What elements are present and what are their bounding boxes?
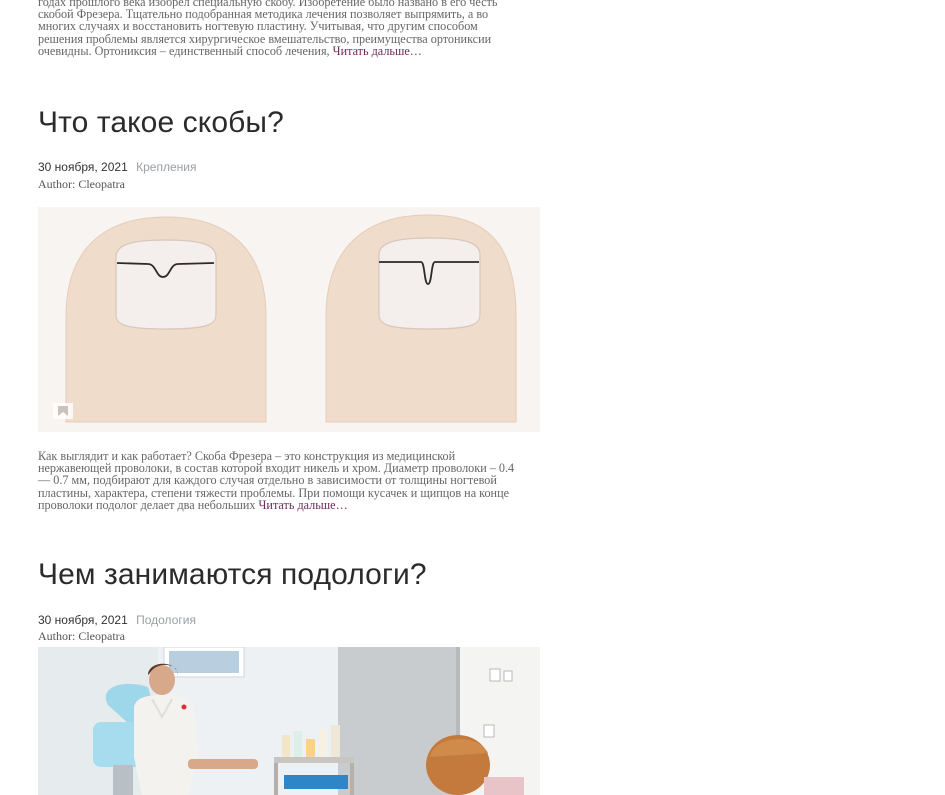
nail-brace-illustration <box>38 207 540 432</box>
post-meta: 30 ноября, 2021 Крепления <box>38 160 540 174</box>
post-title[interactable]: Что такое скобы? <box>38 106 540 140</box>
post-category-link[interactable]: Крепления <box>136 160 196 174</box>
post-author: Author: Cleopatra <box>38 177 125 191</box>
podologist-photo <box>38 647 540 795</box>
post-excerpt-top: годах прошлого века изобрел специальную … <box>38 0 540 57</box>
read-more-link[interactable]: Читать дальше… <box>333 44 422 58</box>
excerpt-text: Как выглядит и как работает? Скоба Фрезе… <box>38 450 540 511</box>
excerpt-text: годах прошлого века изобрел специальную … <box>38 0 540 57</box>
read-more-link[interactable]: Читать дальше… <box>259 498 348 512</box>
excerpt-line: очевидны. Ортониксия – единственный спос… <box>38 43 330 58</box>
post-date: 30 ноября, 2021 <box>38 160 128 174</box>
post-excerpt: Как выглядит и как работает? Скоба Фрезе… <box>38 450 540 511</box>
post-meta: 30 ноября, 2021 Подология <box>38 613 540 627</box>
post-category-link[interactable]: Подология <box>136 613 196 627</box>
post-date: 30 ноября, 2021 <box>38 613 128 627</box>
post-author: Author: Cleopatra <box>38 629 125 643</box>
excerpt-line: проволоки подолог делает два небольших <box>38 497 256 512</box>
post-image-nail-brace[interactable] <box>38 207 540 432</box>
post-image-podologist[interactable] <box>38 647 540 795</box>
post-title[interactable]: Чем занимаются подологи? <box>38 558 540 592</box>
